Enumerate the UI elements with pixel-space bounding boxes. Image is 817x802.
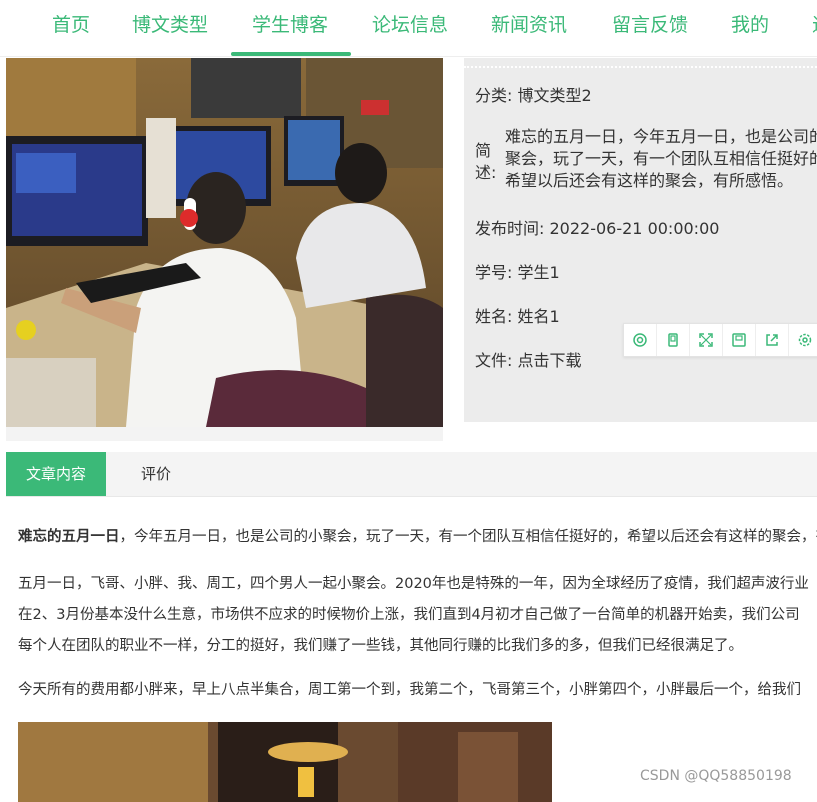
name-label: 姓名:	[475, 307, 512, 326]
article-paragraph-2-line-1: 五月一日，飞哥、小胖、我、周工，四个男人一起小聚会。2020年也是特殊的一年，因…	[18, 569, 817, 600]
article-paragraph-2-line-2: 在2、3月份基本没什么生意，市场供不应求的时候物价上涨，我们直到4月初才自己做了…	[18, 600, 817, 631]
nav-item-feedback[interactable]: 留言反馈	[612, 0, 688, 56]
file-label: 文件:	[475, 351, 512, 370]
content-tabs: 文章内容 评价	[6, 452, 817, 497]
article-paragraph-3: 今天所有的费用都小胖来，早上八点半集合，周工第一个到，我第二个，飞哥第三个，小胖…	[18, 675, 817, 706]
csdn-watermark: CSDN @QQ58850198	[640, 768, 792, 784]
blog-cover-image	[6, 58, 443, 427]
publish-time-label: 发布时间:	[475, 219, 544, 238]
category-label: 分类:	[475, 86, 512, 105]
copy-icon[interactable]	[657, 324, 690, 356]
nav-item-forum[interactable]: 论坛信息	[372, 0, 448, 56]
publish-time-row: 发布时间: 2022-06-21 00:00:00	[475, 215, 719, 239]
article-image	[18, 722, 552, 802]
image-footer	[6, 427, 443, 441]
nav-item-blog-types[interactable]: 博文类型	[132, 0, 208, 56]
category-value: 博文类型2	[518, 86, 592, 105]
tab-review[interactable]: 评价	[106, 452, 206, 496]
student-no-label: 学号:	[475, 263, 512, 282]
settings-icon[interactable]	[789, 324, 817, 356]
top-nav: 首页 博文类型 学生博客 论坛信息 新闻资讯 留言反馈 我的 退	[0, 0, 817, 57]
floating-toolbar	[623, 323, 817, 357]
nav-item-home[interactable]: 首页	[52, 0, 90, 56]
file-download-link[interactable]: 点击下载	[518, 351, 582, 370]
file-row: 文件: 点击下载	[475, 347, 582, 371]
expand-icon[interactable]	[690, 324, 723, 356]
save-icon[interactable]	[723, 324, 756, 356]
publish-time-value: 2022-06-21 00:00:00	[550, 219, 720, 238]
nav-item-logout[interactable]: 退	[812, 0, 817, 56]
category-row: 分类: 博文类型2	[475, 82, 592, 106]
article-p1-text: ，今年五月一日，也是公司的小聚会，玩了一天，有一个团队互相信任挺好的，希望以后还…	[120, 529, 817, 545]
share-icon[interactable]	[756, 324, 789, 356]
article-title-bold: 难忘的五月一日	[18, 529, 120, 545]
student-no-value: 学生1	[518, 263, 560, 282]
nav-item-news[interactable]: 新闻资讯	[491, 0, 567, 56]
name-row: 姓名: 姓名1	[475, 303, 560, 327]
student-no-row: 学号: 学生1	[475, 259, 560, 283]
description-text: 难忘的五月一日，今年五月一日，也是公司的小聚会，玩了一天，有一个团队互相信任挺好…	[505, 126, 817, 192]
tab-article-content[interactable]: 文章内容	[6, 452, 106, 496]
nav-item-mine[interactable]: 我的	[731, 0, 769, 56]
article-paragraph-2-line-3: 每个人在团队的职业不一样，分工的挺好，我们赚了一些钱，其他同行赚的比我们多的多，…	[18, 631, 817, 662]
nav-item-student-blog[interactable]: 学生博客	[231, 0, 351, 56]
divider	[464, 66, 817, 68]
target-icon[interactable]	[624, 324, 657, 356]
article-paragraph-1: 难忘的五月一日，今年五月一日，也是公司的小聚会，玩了一天，有一个团队互相信任挺好…	[18, 522, 817, 553]
name-value: 姓名1	[518, 307, 560, 326]
blog-info-panel: 分类: 博文类型2 简述: 难忘的五月一日，今年五月一日，也是公司的小聚会，玩了…	[464, 58, 817, 422]
description-label: 简述:	[475, 140, 497, 184]
